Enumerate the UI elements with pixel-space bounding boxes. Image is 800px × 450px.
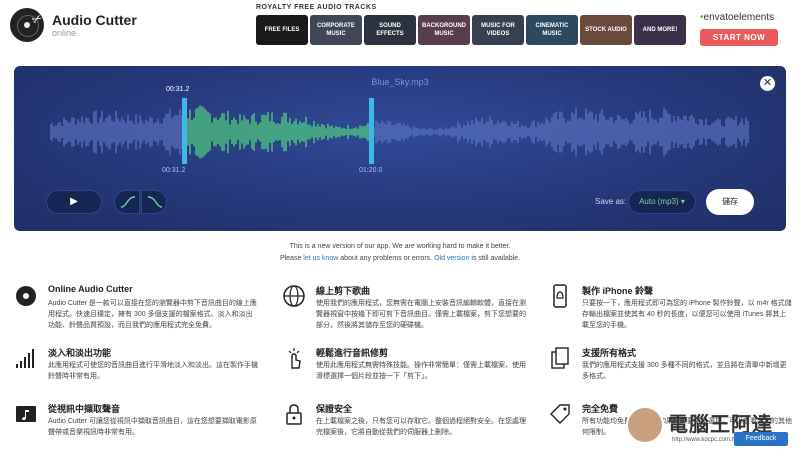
- notice-please: Please: [279, 255, 302, 262]
- feature-title: 從視訊中擷取聲音: [48, 404, 121, 414]
- save-as-label: Save as:: [595, 197, 627, 206]
- ad-tile[interactable]: AND MORE!: [634, 15, 686, 45]
- file-name: Blue_Sky.mp3: [371, 77, 429, 87]
- app-logo-icon[interactable]: ✂: [10, 8, 45, 42]
- ad-title: ROYALTY FREE AUDIO TRACKS: [256, 4, 377, 11]
- envato-brand[interactable]: •envatoelements: [700, 12, 774, 23]
- fade-in-button[interactable]: [114, 190, 140, 214]
- version-notice: This is a new version of our app. We are…: [0, 241, 800, 265]
- ad-tile[interactable]: FREE FILES: [256, 15, 308, 45]
- notice-line-1: This is a new version of our app. We are…: [289, 243, 511, 250]
- globe-icon: [283, 285, 305, 307]
- feature-title: Online Audio Cutter: [48, 284, 133, 294]
- tap-hand-icon: [288, 348, 301, 369]
- selection-end-handle[interactable]: [368, 98, 374, 164]
- play-button[interactable]: ▶: [46, 190, 102, 214]
- feature-title: 完全免費: [582, 404, 619, 414]
- fade-bars-icon: [16, 349, 34, 368]
- feature-title: 保證安全: [316, 404, 353, 414]
- feature-description: Audio Cutter 可讓您從視訊中擷取音訊曲目，這在您想要擷取電影原聲帶或…: [48, 418, 257, 436]
- save-button[interactable]: 儲存: [706, 189, 754, 215]
- ad-tile[interactable]: SOUND EFFECTS: [364, 15, 416, 45]
- free-tag-icon: [550, 404, 570, 424]
- ad-tile[interactable]: STOCK AUDIO: [580, 15, 632, 45]
- ad-tile[interactable]: MUSIC FOR VIDEOS: [472, 15, 524, 45]
- ad-tile[interactable]: CORPORATE MUSIC: [310, 15, 362, 45]
- feature-title: 淡入和淡出功能: [48, 348, 112, 358]
- feature-description: 此應用程式可使您的音訊曲目進行平滑地淡入和淡出。這在製作手機鈴聲時非常有用。: [48, 362, 258, 380]
- envato-suffix: elements: [733, 12, 775, 23]
- feature-description: 在上載檔案之後，只有您可以存取它。整個過程絕對安全。在您處理完檔案後，它將自動從…: [316, 418, 526, 436]
- watermark-url: http://www.kocpc.com.tw: [672, 437, 738, 443]
- play-icon: ▶: [70, 196, 78, 207]
- record-scissors-icon: [16, 286, 36, 306]
- fade-out-button[interactable]: [141, 190, 167, 214]
- format-value: Auto (mp3): [639, 197, 679, 206]
- top-header: ✂ Audio Cutter online ROYALTY FREE AUDIO…: [0, 0, 800, 50]
- let-us-know-link[interactable]: let us know: [303, 255, 338, 262]
- lock-icon: [286, 404, 302, 425]
- selection-start-handle[interactable]: [181, 98, 187, 164]
- feature-description: Audio Cutter 是一款可以直接在您的瀏覽器中剪下音訊曲目的線上應用程式…: [48, 300, 257, 329]
- app-subtitle: online: [52, 28, 77, 38]
- watermark-avatar: [626, 406, 664, 444]
- video-note-icon: [16, 406, 36, 422]
- waveform[interactable]: [50, 97, 750, 167]
- start-now-button[interactable]: START NOW: [700, 29, 778, 46]
- feedback-button[interactable]: Feedback: [734, 432, 788, 446]
- feature-description: 只要按一下，應用程式即可為您的 iPhone 製作鈴聲，以 m4r 格式儲存輸出…: [582, 300, 792, 329]
- notice-middle: about any problems or errors.: [340, 255, 433, 262]
- notice-end: is still available.: [471, 255, 521, 262]
- format-select[interactable]: Auto (mp3) ▾: [628, 190, 696, 214]
- feature-description: 使用我們的應用程式，您無需在電腦上安裝音訊編輯軟體，直接在瀏覽器視窗中按幾下即可…: [316, 300, 526, 329]
- envato-name: envato: [703, 12, 734, 23]
- ad-tile[interactable]: BACKGROUND MUSIC: [418, 15, 470, 45]
- feature-title: 輕鬆進行音訊修剪: [316, 348, 389, 358]
- feature-title: 支援所有格式: [582, 348, 637, 358]
- fade-in-icon: [120, 196, 136, 208]
- fade-out-icon: [147, 196, 163, 208]
- feature-description: 我們的應用程式支援 300 多種不同的格式，並且將在清單中新增更多格式。: [582, 362, 787, 380]
- feature-description: 使用此應用程式無需特殊技能。操作非常簡單：僅需上載檔案、使用滑標選擇一個片段並按…: [316, 362, 526, 380]
- feature-title: 線上剪下歌曲: [316, 286, 371, 296]
- cursor-time: 00:31.2: [166, 86, 190, 93]
- ad-banner[interactable]: ROYALTY FREE AUDIO TRACKS FREE FILES CORP…: [250, 2, 800, 48]
- app-title[interactable]: Audio Cutter: [52, 12, 137, 28]
- files-icon: [551, 347, 569, 369]
- ad-tile[interactable]: CINEMATIC MUSIC: [526, 15, 578, 45]
- audio-editor-panel: Blue_Sky.mp3 ✕ 00:31.2 00:31.2 01:20.0 ▶…: [14, 66, 786, 231]
- old-version-link[interactable]: Old version: [434, 255, 469, 262]
- feature-title: 製作 iPhone 鈴聲: [582, 286, 654, 296]
- phone-bell-icon: [553, 284, 567, 308]
- chevron-down-icon: ▾: [680, 197, 685, 206]
- close-icon[interactable]: ✕: [760, 76, 775, 91]
- selection-start-time: 00:31.2: [162, 167, 186, 174]
- scissors-icon: ✂: [29, 10, 45, 28]
- selection-end-time: 01:20.0: [359, 167, 383, 174]
